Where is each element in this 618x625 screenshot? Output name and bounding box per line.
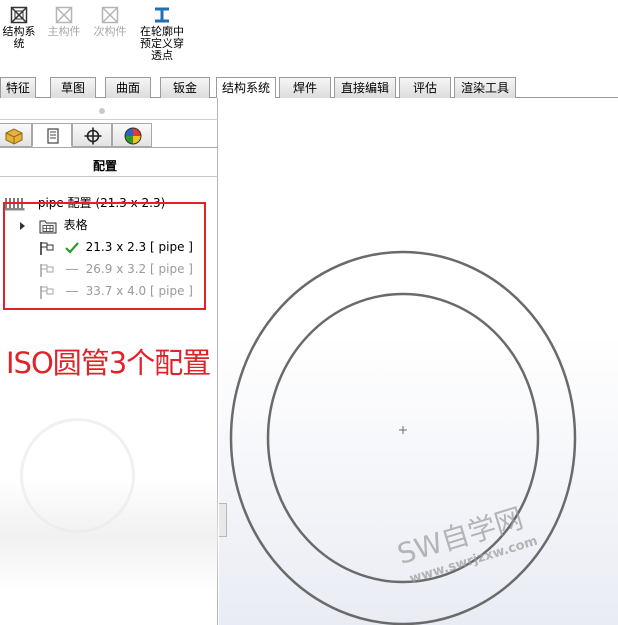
structure-system-icon [10,6,28,24]
tab-render-tools[interactable]: 渲染工具 [454,77,516,98]
tab-configuration-manager[interactable] [72,123,112,147]
panel-title: 配置 [92,159,117,173]
configuration-manager-icon [84,127,102,145]
primary-member-label: 主构件 [47,25,81,38]
tab-weldments[interactable]: 焊件 [279,77,331,98]
panel-title-separator [0,176,218,177]
tab-sheet-metal[interactable]: 钣金 [160,77,210,98]
panel-grip-handle[interactable] [99,108,105,114]
graphics-area[interactable]: SW自学网 www.swrjzxw.com [219,98,618,625]
feature-manager-icon [5,128,23,145]
secondary-member-button[interactable]: 次构件 [90,6,130,38]
tab-features[interactable]: 特征 [0,77,36,98]
tab-display-manager[interactable] [112,123,152,147]
display-manager-icon [124,127,142,145]
profile-pierce-point-label: 在轮廓中 预定义穿 透点 [140,25,184,62]
watermark: SW自学网 www.swrjzxw.com [394,501,540,586]
secondary-member-icon [101,6,119,24]
profile-pierce-point-icon [155,7,169,23]
tab-property-manager[interactable] [32,123,72,147]
command-manager-tabs: 特征 草图 曲面 钣金 结构系统 焊件 直接编辑 评估 渲染工具 [0,77,618,99]
property-manager-icon [47,128,59,144]
annotation-text: ISO圆管3个配置 [6,346,211,380]
panel-collapse-handle[interactable] [219,503,227,537]
panel-divider [0,119,218,120]
pipe-sketch-view: SW自学网 www.swrjzxw.com [229,250,577,625]
command-toolbar: 结构系 统 主构件 次构件 在轮廓中 预定义穿 透点 [0,0,618,77]
panel-tabs-baseline [0,147,218,148]
tab-surfaces[interactable]: 曲面 [105,77,151,98]
tab-sketch[interactable]: 草图 [50,77,96,98]
origin-icon [399,426,407,434]
tab-direct-editing[interactable]: 直接编辑 [334,77,396,98]
panel-fade-overlay [0,478,218,593]
tab-feature-manager[interactable] [0,123,32,147]
annotation-highlight-box [3,202,206,310]
structure-system-button[interactable]: 结构系 统 [0,6,38,50]
profile-pierce-point-button[interactable]: 在轮廓中 预定义穿 透点 [134,6,190,62]
structure-system-label: 结构系 统 [2,25,36,50]
tab-structure-system[interactable]: 结构系统 [216,77,276,99]
primary-member-icon [55,6,73,24]
primary-member-button[interactable]: 主构件 [44,6,84,38]
secondary-member-label: 次构件 [93,25,127,38]
tab-evaluate[interactable]: 评估 [399,77,451,98]
